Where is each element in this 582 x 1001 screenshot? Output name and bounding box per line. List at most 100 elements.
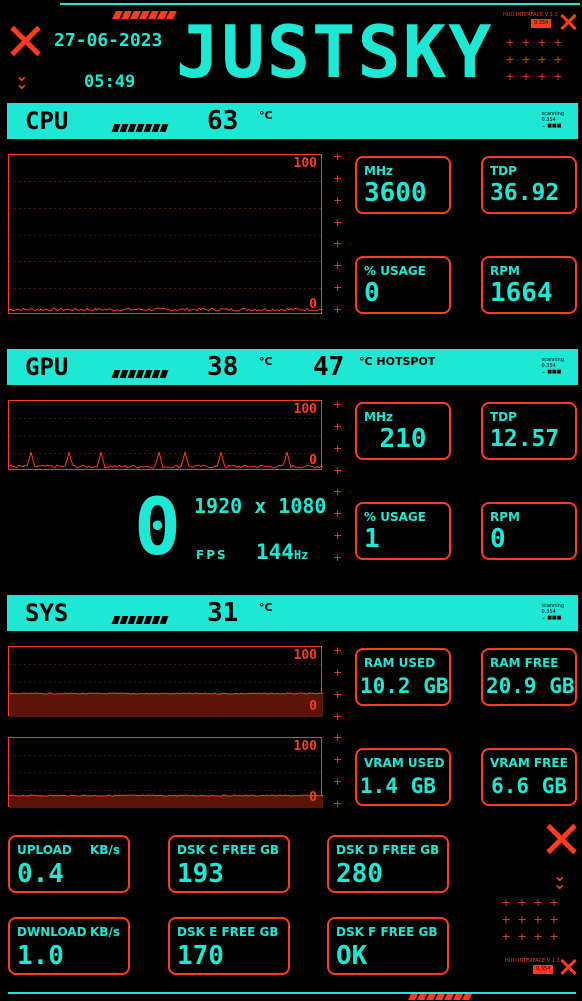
vram-graph-svg xyxy=(9,755,323,808)
cpu-tdp-box: TDP 36.92 xyxy=(481,156,577,214)
gpu-fps-value: 0 xyxy=(134,483,181,573)
upload-box: UPLOAD KB/s 0.4 xyxy=(8,835,130,893)
disk-e-box: DSK E FREE GB 170 xyxy=(168,917,290,975)
gpu-temp-unit: °C xyxy=(259,355,273,368)
ram-graph-min: 0 xyxy=(309,699,317,714)
gpu-rpm-value: 0 xyxy=(490,524,506,554)
upload-unit: KB/s xyxy=(90,843,120,857)
sys-mini-tag: scanning 0.354 ⌄ ■■■ xyxy=(541,603,565,621)
cpu-usage-label: % USAGE xyxy=(364,264,426,278)
top-stripes-decoration xyxy=(112,4,177,19)
cpu-usage-value: 0 xyxy=(364,278,380,308)
disk-e-value: 170 xyxy=(177,941,224,971)
cpu-mhz-label: MHz xyxy=(364,164,393,178)
gpu-graph-min: 0 xyxy=(309,453,317,468)
gpu-tdp-label: TDP xyxy=(490,410,517,424)
cpu-trace-line xyxy=(9,307,323,312)
cpu-usage-box: % USAGE 0 xyxy=(355,256,451,314)
close-icon-bottom[interactable] xyxy=(544,822,578,856)
close-icon[interactable] xyxy=(8,24,42,58)
cpu-graph-min: 0 xyxy=(309,297,317,312)
gpu-plus-column: + + + + + + + + xyxy=(333,398,343,564)
plus-grid-top: + + + + + + + + + + + + xyxy=(505,36,563,83)
bottom-border-line xyxy=(8,992,576,994)
sys-ticks-decoration xyxy=(111,609,169,628)
hud-version-tag: HUD INTERFACE V 1.3 0.354 xyxy=(503,12,558,28)
chevron-down-icon: ⌄ ⌄ xyxy=(15,66,29,93)
disk-f-value: OK xyxy=(336,941,368,971)
gpu-rpm-box: RPM 0 xyxy=(481,502,577,560)
gpu-mini-tag: scanning 0.354 ⌄ ■■■ xyxy=(541,357,565,375)
ram-free-label: RAM FREE xyxy=(490,656,559,670)
gpu-ticks-decoration xyxy=(111,363,169,382)
gpu-refresh-rate: 144Hz xyxy=(256,540,308,564)
cpu-rpm-box: RPM 1664 xyxy=(481,256,577,314)
gpu-trace-line xyxy=(9,451,323,469)
gpu-usage-graph: 100 0 xyxy=(8,400,323,470)
ram-used-label: RAM USED xyxy=(364,656,436,670)
vram-free-value: 6.6 GB xyxy=(491,774,567,798)
cpu-temp: 63 xyxy=(207,106,239,136)
ram-usage-graph: 100 0 xyxy=(8,646,323,717)
disk-d-label: DSK D FREE GB xyxy=(336,843,440,857)
download-unit: KB/s xyxy=(90,925,120,939)
plus-grid-bottom: + + + + + + + + + + + + xyxy=(501,896,559,943)
vram-free-label: VRAM FREE xyxy=(490,756,568,770)
gpu-fps-label: FPS xyxy=(196,548,228,562)
gpu-mhz-label: MHz xyxy=(364,410,393,424)
cpu-tdp-value: 36.92 xyxy=(490,180,560,206)
vram-graph-min: 0 xyxy=(309,790,317,805)
cpu-usage-graph: 100 0 xyxy=(8,154,323,314)
disk-e-label: DSK E FREE GB xyxy=(177,925,279,939)
gpu-title: GPU xyxy=(25,353,69,381)
ram-free-box: RAM FREE 20.9 GB xyxy=(481,648,577,706)
gpu-usage-box: % USAGE 1 xyxy=(355,502,451,560)
cpu-plus-column: + + + + + + + + xyxy=(333,150,343,316)
download-label: DWNLOAD xyxy=(17,925,87,939)
gpu-tdp-box: TDP 12.57 xyxy=(481,402,577,460)
sys-plus-column: + + + + + + + + xyxy=(333,644,343,810)
gpu-refresh-unit: Hz xyxy=(293,548,309,562)
disk-f-box: DSK F FREE GB OK xyxy=(327,917,449,975)
cpu-graph-max: 100 xyxy=(293,156,317,171)
hud-version-tag-bottom: HUD INTERFACE V 1.3 0.354 xyxy=(505,958,560,974)
gpu-temp: 38 xyxy=(207,352,239,382)
cpu-rpm-label: RPM xyxy=(490,264,520,278)
vram-trace-line xyxy=(9,794,323,797)
vram-used-value: 1.4 GB xyxy=(360,774,436,798)
disk-d-value: 280 xyxy=(336,859,383,889)
close-small-icon-bottom[interactable] xyxy=(560,958,578,976)
close-small-icon[interactable] xyxy=(560,13,578,31)
gpu-usage-value: 1 xyxy=(364,524,380,554)
gpu-refresh-value: 144 xyxy=(256,540,294,564)
chevron-down-icon-bottom: ⌄ ⌄ xyxy=(553,866,567,893)
gpu-mhz-box: MHz 210 xyxy=(355,402,451,460)
cpu-ticks-decoration xyxy=(111,117,169,136)
hud-version-text: HUD INTERFACE V 1.3 xyxy=(503,12,558,18)
cpu-mhz-value: 3600 xyxy=(364,178,427,208)
vram-trace-fill xyxy=(9,795,323,808)
gpu-header-bar: GPU 38 °C 47 °C HOTSPOT scanning 0.354 ⌄ ■… xyxy=(7,349,578,385)
sys-title: SYS xyxy=(25,599,69,627)
vram-graph-max: 100 xyxy=(293,739,317,754)
vram-used-box: VRAM USED 1.4 GB xyxy=(355,748,451,806)
gpu-resolution: 1920 x 1080 xyxy=(194,494,327,518)
date-display: 27-06-2023 xyxy=(54,30,163,51)
upload-value: 0.4 xyxy=(17,859,64,889)
hud-version-box: 0.354 xyxy=(531,19,552,28)
ram-graph-max: 100 xyxy=(293,648,317,663)
cpu-mini-tag: scanning 0.354 ⌄ ■■■ xyxy=(541,111,565,129)
sys-temp-unit: °C xyxy=(259,601,273,614)
cpu-tdp-label: TDP xyxy=(490,164,517,178)
download-value: 1.0 xyxy=(17,941,64,971)
disk-c-label: DSK C FREE GB xyxy=(177,843,280,857)
gpu-tdp-value: 12.57 xyxy=(490,426,560,452)
disk-c-box: DSK C FREE GB 193 xyxy=(168,835,290,893)
cpu-title: CPU xyxy=(25,107,69,135)
ram-trace-fill xyxy=(9,693,323,717)
gpu-graph-svg xyxy=(9,418,323,469)
time-display: 05:49 xyxy=(84,72,136,92)
cpu-rpm-value: 1664 xyxy=(490,278,553,308)
vram-free-box: VRAM FREE 6.6 GB xyxy=(481,748,577,806)
gpu-mhz-value: 210 xyxy=(379,424,427,454)
